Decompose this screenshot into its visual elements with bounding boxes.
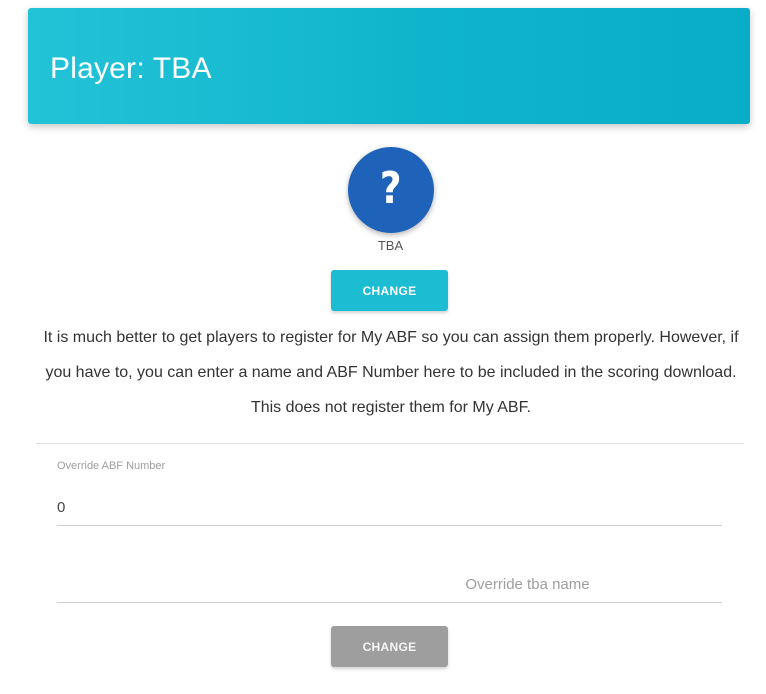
divider [36,443,744,444]
page-header: Player: TBA [28,8,750,124]
info-text: It is much better to get players to regi… [43,329,739,416]
change-override-button[interactable]: CHANGE [331,626,448,667]
change-player-button[interactable]: CHANGE [331,270,448,311]
override-name-input[interactable] [57,567,722,603]
player-avatar: ? [348,147,434,233]
player-page: Player: TBA ? TBA CHANGE It is much bett… [0,0,766,694]
player-name: TBA [377,238,404,253]
override-abf-number-label: Override ABF Number [57,460,166,472]
override-abf-number-input[interactable] [57,490,722,526]
page-title: Player: TBA [50,52,212,85]
question-mark-icon: ? [380,163,402,214]
